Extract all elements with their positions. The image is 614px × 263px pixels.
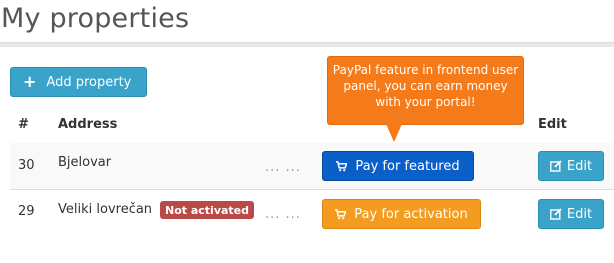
header-number: # xyxy=(18,117,29,132)
header-edit: Edit xyxy=(538,117,567,132)
page-title: My properties xyxy=(1,3,190,34)
title-divider xyxy=(0,42,614,47)
row-id: 30 xyxy=(18,158,35,173)
edit-icon xyxy=(550,208,562,220)
pay-for-activation-label: Pay for activation xyxy=(354,206,468,222)
tooltip-pointer xyxy=(386,124,402,142)
properties-page: My properties + Add property # Address E… xyxy=(0,0,614,263)
plus-icon: + xyxy=(23,72,37,91)
edit-label: Edit xyxy=(566,206,593,222)
edit-label: Edit xyxy=(566,158,593,174)
pay-for-activation-button[interactable]: Pay for activation xyxy=(322,199,481,229)
row-divider xyxy=(10,189,614,190)
pay-for-featured-button[interactable]: Pay for featured xyxy=(322,151,474,181)
status-badge: Not activated xyxy=(160,201,255,219)
edit-icon xyxy=(550,160,562,172)
row-id: 29 xyxy=(18,204,35,219)
row-dots: ... ... xyxy=(265,207,301,222)
row-address: Veliki lovrečan xyxy=(58,202,153,217)
edit-button[interactable]: Edit xyxy=(538,199,604,229)
cart-icon xyxy=(335,208,347,219)
add-property-button[interactable]: + Add property xyxy=(10,67,147,97)
pay-for-featured-label: Pay for featured xyxy=(355,158,460,174)
cart-icon xyxy=(336,160,348,171)
paypal-tooltip: PayPal feature in frontend user panel, y… xyxy=(327,56,524,125)
edit-button[interactable]: Edit xyxy=(538,151,604,181)
header-address: Address xyxy=(58,117,118,132)
add-property-label: Add property xyxy=(46,74,132,90)
row-dots: ... ... xyxy=(265,160,301,175)
row-address: Bjelovar xyxy=(58,155,112,170)
